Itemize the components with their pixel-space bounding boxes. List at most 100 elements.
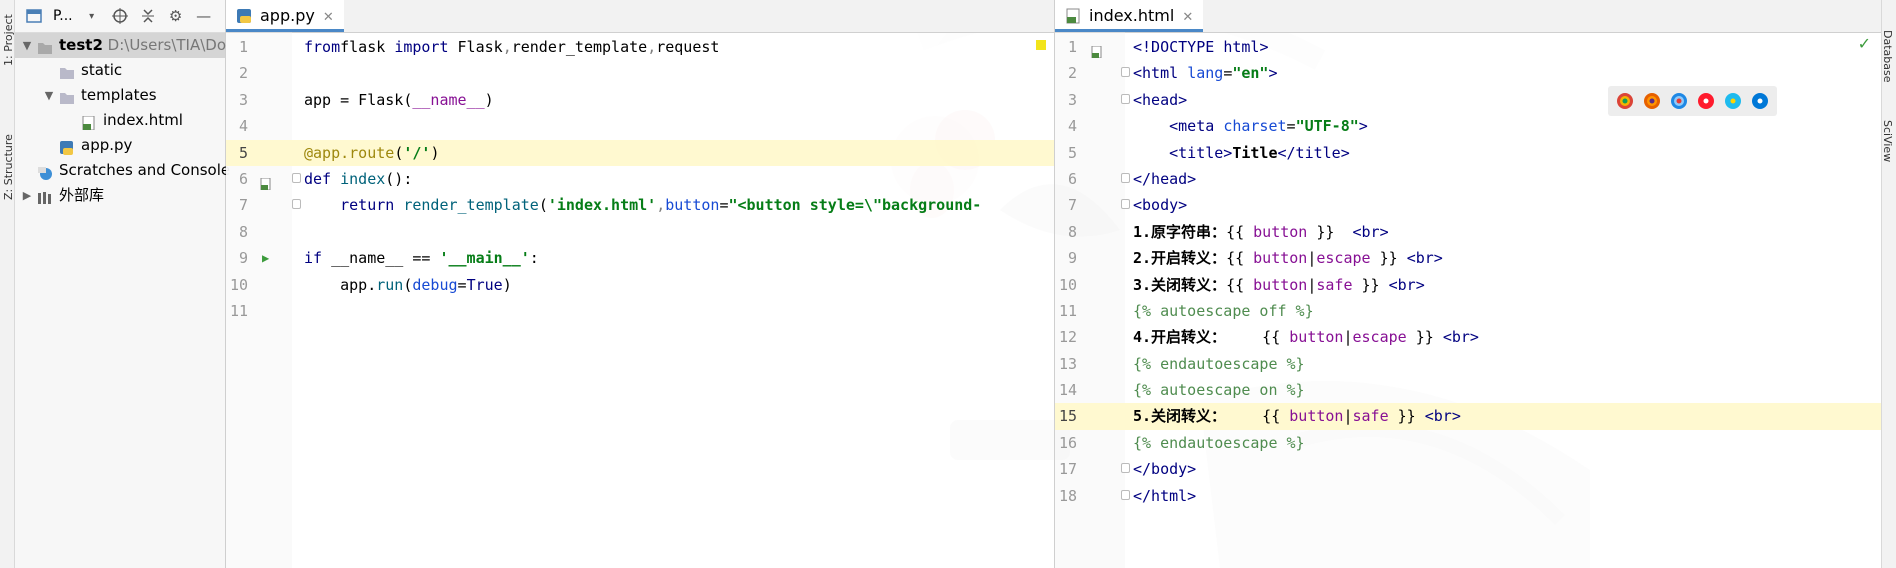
line-number: 8: [238, 222, 248, 241]
code-text: 4.开启转义： {{ button|escape }} <br>: [1133, 328, 1479, 347]
code-text: 1.原字符串：{{ button }} <br>: [1133, 222, 1389, 241]
code-line[interactable]: 6 </head>: [1055, 166, 1881, 192]
project-tree: ▼ test2 D:\Users\TIA\Do static ▼ templates in…: [15, 33, 230, 208]
code-line[interactable]: 4: [226, 113, 1054, 139]
project-view-icon[interactable]: [25, 7, 43, 25]
project-view-dropdown[interactable]: P...: [53, 8, 73, 24]
editor-tab-bar: app.py ✕: [226, 0, 1054, 33]
code-line[interactable]: 1 fromflask import Flask,render_template,…: [226, 34, 1054, 60]
line-number: 4: [238, 117, 248, 136]
project-folder-icon: [37, 38, 53, 54]
fold-marker-icon[interactable]: [1121, 172, 1130, 183]
editor-index-html: index.html ✕ 1 <!DOCTYPE html> 2 <html lang=…: [1055, 0, 1881, 568]
code-line[interactable]: 5 <title>Title</title>: [1055, 140, 1881, 166]
fold-marker-icon[interactable]: [1121, 93, 1130, 104]
code-text: app.run(debug=True): [304, 275, 512, 294]
chrome-browser-icon[interactable]: [1616, 92, 1634, 110]
code-line[interactable]: 6 def index():: [226, 166, 1054, 192]
code-line[interactable]: 17 </body>: [1055, 456, 1881, 482]
internet-explorer-browser-icon[interactable]: [1724, 92, 1742, 110]
tree-item[interactable]: index.html: [15, 108, 225, 133]
code-line[interactable]: 18 </html>: [1055, 483, 1881, 509]
code-text: def index():: [304, 169, 413, 188]
tree-item[interactable]: app.py: [15, 133, 225, 158]
tree-item-label: index.html: [103, 111, 183, 129]
close-icon[interactable]: ✕: [323, 10, 334, 25]
close-icon[interactable]: ✕: [1182, 10, 1193, 25]
line-number: 12: [1058, 328, 1077, 347]
collapse-all-icon[interactable]: [139, 7, 157, 25]
firefox-browser-icon[interactable]: [1643, 92, 1661, 110]
code-line[interactable]: 10 app.run(debug=True): [226, 272, 1054, 298]
gear-icon[interactable]: ⚙: [167, 7, 185, 25]
expand-arrow-icon[interactable]: ▼: [43, 83, 55, 108]
structure-tool-tab-label: Z: Structure: [2, 134, 15, 200]
code-line[interactable]: 8 1.原字符串：{{ button }} <br>: [1055, 219, 1881, 245]
locate-icon[interactable]: [111, 7, 129, 25]
tree-item[interactable]: ▶ 外部库: [15, 183, 225, 208]
code-text: {% endautoescape %}: [1133, 433, 1305, 452]
fold-marker-icon[interactable]: [1121, 489, 1130, 500]
code-line[interactable]: 9 if __name__ == '__main__': ▶: [226, 245, 1054, 271]
python-reference-gutter-icon[interactable]: [1091, 40, 1103, 59]
run-icon[interactable]: ▶: [262, 245, 274, 265]
minimize-icon[interactable]: —: [195, 7, 213, 25]
collapse-arrow-icon[interactable]: ▶: [21, 183, 33, 208]
project-tool-tab-label: 1: Project: [2, 14, 15, 66]
chevron-down-icon[interactable]: ▾: [83, 7, 101, 25]
code-line[interactable]: 10 3.关闭转义：{{ button|safe }} <br>: [1055, 272, 1881, 298]
line-number: 7: [238, 196, 248, 215]
code-line[interactable]: 7 <body>: [1055, 192, 1881, 218]
line-number: 8: [1067, 222, 1077, 241]
sciview-tool-tab-label: SciView: [1881, 120, 1894, 163]
code-line[interactable]: 8: [226, 219, 1054, 245]
fold-marker-icon[interactable]: [1121, 199, 1130, 210]
code-line[interactable]: 4 <meta charset="UTF-8">: [1055, 113, 1881, 139]
expand-arrow-icon[interactable]: ▼: [21, 33, 33, 58]
code-line[interactable]: 9 2.开启转义：{{ button|escape }} <br>: [1055, 245, 1881, 271]
code-line[interactable]: 5 @app.route('/'): [226, 139, 1054, 166]
tab-label: index.html: [1089, 6, 1175, 25]
code-text: 5.关闭转义： {{ button|safe }} <br>: [1133, 407, 1461, 426]
tree-item[interactable]: Scratches and Console: [15, 158, 230, 183]
code-line[interactable]: 3 app = Flask(__name__): [226, 87, 1054, 113]
tree-item[interactable]: ▼ test2 D:\Users\TIA\Do: [15, 33, 226, 58]
line-number: 5: [238, 143, 248, 162]
fold-marker-icon[interactable]: [292, 199, 301, 210]
line-number: 2: [238, 64, 248, 83]
opera-browser-icon[interactable]: [1697, 92, 1715, 110]
fold-marker-icon[interactable]: [1121, 463, 1130, 474]
code-line[interactable]: 13 {% endautoescape %}: [1055, 351, 1881, 377]
line-number: 6: [1067, 169, 1077, 188]
tab-index-html[interactable]: index.html ✕: [1055, 0, 1204, 32]
python-file-icon: [237, 9, 251, 23]
warning-marker-icon[interactable]: [1036, 40, 1046, 50]
code-line[interactable]: 14 {% autoescape on %}: [1055, 377, 1881, 403]
python-file-icon: [59, 138, 75, 155]
code-line[interactable]: 12 4.开启转义： {{ button|escape }} <br>: [1055, 324, 1881, 350]
fold-marker-icon[interactable]: [1121, 67, 1130, 78]
code-line[interactable]: 15 5.关闭转义： {{ button|safe }} <br>: [1055, 403, 1881, 430]
code-line[interactable]: 11: [226, 298, 1054, 324]
line-number: 14: [1058, 381, 1077, 400]
fold-marker-icon[interactable]: [292, 172, 301, 183]
line-number: 11: [1058, 301, 1077, 320]
library-icon: [37, 188, 53, 204]
code-text: 2.开启转义：{{ button|escape }} <br>: [1133, 249, 1443, 268]
code-line[interactable]: 1 <!DOCTYPE html>: [1055, 34, 1881, 60]
code-line[interactable]: 2: [226, 60, 1054, 86]
database-tool-tab-label: Database: [1881, 30, 1894, 83]
code-line[interactable]: 16 {% endautoescape %}: [1055, 430, 1881, 456]
edge-browser-icon[interactable]: [1751, 92, 1769, 110]
code-text: <meta charset="UTF-8">: [1169, 117, 1368, 136]
tree-item-label: templates: [81, 86, 157, 104]
tree-item[interactable]: static: [15, 58, 225, 83]
html-template-gutter-icon[interactable]: [260, 172, 272, 191]
tree-item[interactable]: ▼ templates: [15, 83, 225, 108]
safari-browser-icon[interactable]: [1670, 92, 1688, 110]
scratches-icon: [37, 163, 53, 180]
code-line[interactable]: 11 {% autoescape off %}: [1055, 298, 1881, 324]
code-line[interactable]: 2 <html lang="en">: [1055, 60, 1881, 86]
tab-app-py[interactable]: app.py ✕: [226, 0, 344, 32]
code-line[interactable]: 7 return render_template('index.html',bu…: [226, 192, 1054, 218]
